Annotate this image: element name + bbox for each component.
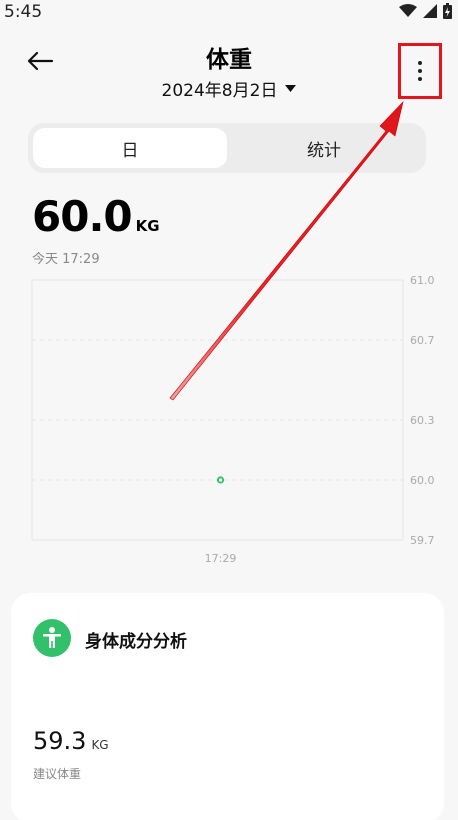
- body-composition-card[interactable]: 身体成分分析 59.3 KG 建议体重: [11, 593, 444, 820]
- weight-chart: 61.0 60.7 60.3 60.0 59.7 17:29: [31, 274, 435, 565]
- suggested-weight-unit: KG: [91, 738, 109, 752]
- suggested-weight-value: 59.3: [33, 727, 87, 755]
- y-tick-label: 60.7: [410, 334, 435, 347]
- person-icon: [33, 619, 71, 657]
- suggested-weight: 59.3 KG: [33, 727, 109, 755]
- y-tick-label: 61.0: [410, 274, 435, 287]
- card-title: 身体成分分析: [85, 632, 187, 652]
- suggested-weight-label: 建议体重: [33, 767, 82, 781]
- y-tick-label: 60.0: [410, 474, 435, 487]
- data-point: [216, 476, 225, 484]
- y-tick-label: 59.7: [410, 534, 435, 547]
- x-tick-label: 17:29: [205, 552, 237, 565]
- y-tick-label: 60.3: [410, 414, 435, 427]
